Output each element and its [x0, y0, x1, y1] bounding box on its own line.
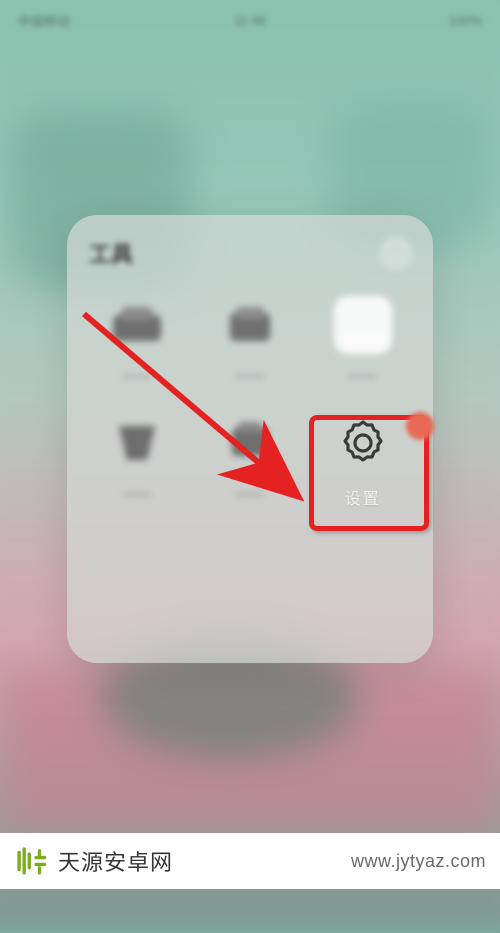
- folder-panel[interactable]: 工具 —— —— —— ——: [67, 215, 433, 663]
- app-label: ——: [235, 485, 265, 501]
- battery-label: 100%: [449, 13, 482, 28]
- generic-icon: [105, 293, 169, 357]
- site-url: www.jytyaz.com: [351, 851, 486, 872]
- folder-menu-button[interactable]: [379, 236, 413, 270]
- app-item[interactable]: ——: [306, 291, 419, 409]
- app-label: ——: [348, 367, 378, 383]
- app-item[interactable]: ——: [194, 409, 307, 527]
- site-name: 天源安卓网: [58, 845, 173, 877]
- generic-icon: [218, 411, 282, 475]
- app-label: ——: [122, 485, 152, 501]
- generic-icon: [218, 293, 282, 357]
- carrier-label: 中国移动: [18, 11, 70, 30]
- folder-header: 工具: [67, 215, 433, 273]
- generic-icon: [105, 411, 169, 475]
- app-label: ——: [235, 367, 265, 383]
- app-item[interactable]: ——: [81, 291, 194, 409]
- gear-icon: [331, 411, 395, 475]
- watermark-bar: 天源安卓网 www.jytyaz.com: [0, 833, 500, 889]
- app-label: ——: [122, 367, 152, 383]
- rounded-app-icon: [331, 293, 395, 357]
- status-bar: 中国移动 11:48 100%: [0, 0, 500, 40]
- clock: 11:48: [234, 13, 266, 28]
- app-label-settings: 设置: [345, 485, 381, 509]
- app-item[interactable]: ——: [81, 409, 194, 527]
- folder-grid: —— —— —— —— ——: [67, 273, 433, 545]
- app-item-settings[interactable]: 设置: [306, 409, 419, 527]
- app-item[interactable]: ——: [194, 291, 307, 409]
- site-logo-icon: [14, 844, 48, 878]
- folder-title: 工具: [89, 237, 133, 269]
